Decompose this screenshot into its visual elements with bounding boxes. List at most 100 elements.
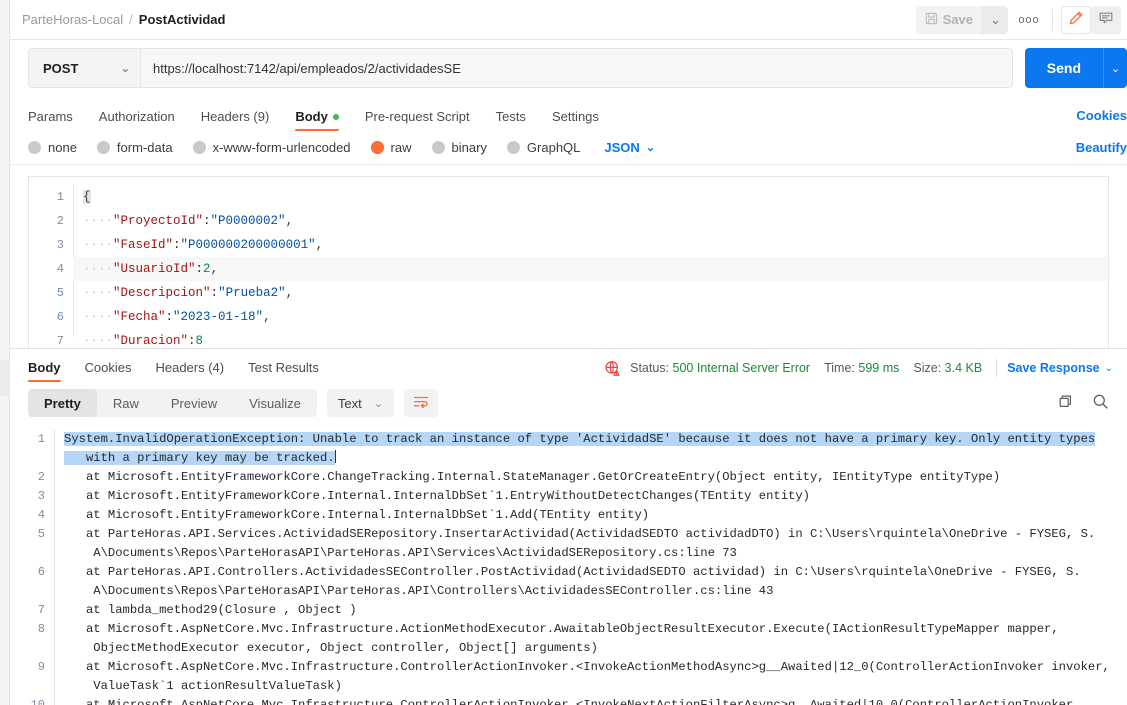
json-brace: { bbox=[83, 190, 91, 204]
tab-params[interactable]: Params bbox=[28, 109, 73, 131]
response-line-text: at Microsoft.AspNetCore.Mvc.Infrastructu… bbox=[64, 698, 1074, 705]
json-comma: , bbox=[285, 286, 294, 300]
json-comma: , bbox=[315, 238, 324, 252]
edit-request-button[interactable] bbox=[1061, 5, 1091, 34]
response-line[interactable]: at Microsoft.EntityFrameworkCore.ChangeT… bbox=[64, 468, 1123, 487]
http-method-select[interactable]: POST ⌄ bbox=[28, 48, 140, 88]
indent-dots: ···· bbox=[83, 262, 114, 276]
tab-tests[interactable]: Tests bbox=[496, 109, 526, 131]
code-line[interactable]: ····"UsuarioId":2, bbox=[73, 257, 1108, 281]
url-text: https://localhost:7142/api/empleados/2/a… bbox=[153, 60, 461, 76]
response-meta: Status: 500 Internal Server Error Time: … bbox=[604, 359, 1113, 382]
response-line[interactable]: at lambda_method29(Closure , Object ) bbox=[64, 601, 1123, 620]
response-line[interactable]: at Microsoft.AspNetCore.Mvc.Infrastructu… bbox=[64, 696, 1123, 705]
send-button[interactable]: Send bbox=[1024, 48, 1103, 88]
view-mode-pretty[interactable]: Pretty bbox=[28, 389, 97, 417]
response-code-text[interactable]: System.InvalidOperationException: Unable… bbox=[54, 424, 1127, 705]
code-line[interactable]: ····"FaseId":"P000000200000001", bbox=[83, 233, 1108, 257]
response-line[interactable]: System.InvalidOperationException: Unable… bbox=[64, 430, 1123, 449]
body-type-raw[interactable]: raw bbox=[370, 140, 412, 155]
body-present-dot-icon bbox=[332, 113, 339, 120]
save-response-button[interactable]: Save Response bbox=[1007, 361, 1099, 375]
response-line-text: at Microsoft.AspNetCore.Mvc.Infrastructu… bbox=[64, 622, 1059, 636]
radio-icon bbox=[192, 141, 206, 154]
send-dropdown-caret[interactable]: ⌄ bbox=[1103, 48, 1127, 88]
cookies-link[interactable]: Cookies bbox=[1076, 108, 1127, 123]
save-dropdown-caret[interactable]: ⌄ bbox=[982, 5, 1008, 34]
json-comma: , bbox=[285, 214, 294, 228]
response-line[interactable]: at Microsoft.AspNetCore.Mvc.Infrastructu… bbox=[64, 620, 1123, 639]
editor-code[interactable]: { ····"ProyectoId":"P0000002", ····"FaseId… bbox=[73, 177, 1108, 348]
json-value: 2 bbox=[203, 262, 211, 276]
body-type-urlencoded[interactable]: x-www-form-urlencoded bbox=[192, 140, 351, 155]
response-line[interactable]: at Microsoft.AspNetCore.Mvc.Infrastructu… bbox=[64, 658, 1123, 677]
response-line-text: System.InvalidOperationException: Unable… bbox=[64, 432, 1096, 446]
response-line[interactable]: ObjectMethodExecutor executor, Object co… bbox=[64, 639, 1123, 658]
postman-window: ParteHoras-Local / PostActividad Save ⌄ … bbox=[0, 0, 1127, 705]
search-icon[interactable] bbox=[1092, 393, 1109, 413]
tab-settings[interactable]: Settings bbox=[552, 109, 599, 131]
view-mode-label: Preview bbox=[170, 395, 218, 411]
body-type-form-data[interactable]: form-data bbox=[96, 140, 173, 155]
view-mode-preview[interactable]: Preview bbox=[155, 389, 233, 417]
save-disk-icon bbox=[925, 12, 938, 28]
response-tab-body[interactable]: Body bbox=[28, 360, 61, 382]
response-line[interactable]: at ParteHoras.API.Services.ActividadSERe… bbox=[64, 525, 1123, 544]
save-response-caret-icon[interactable]: ⌄ bbox=[1105, 363, 1113, 374]
body-type-graphql[interactable]: GraphQL bbox=[506, 140, 580, 155]
editor-line-numbers: 12345678 bbox=[29, 177, 73, 348]
response-line[interactable]: at ParteHoras.API.Controllers.Actividade… bbox=[64, 563, 1123, 582]
response-tab-test-results[interactable]: Test Results bbox=[248, 360, 319, 382]
code-line[interactable]: ····"Fecha":"2023-01-18", bbox=[83, 305, 1108, 329]
tab-body[interactable]: Body bbox=[295, 109, 339, 131]
view-mode-raw[interactable]: Raw bbox=[97, 389, 155, 417]
sidebar-handle[interactable] bbox=[0, 360, 10, 396]
response-format-select[interactable]: Text ⌄ bbox=[326, 389, 394, 417]
json-colon: : bbox=[188, 334, 196, 348]
tab-pre-request-script[interactable]: Pre-request Script bbox=[365, 109, 470, 131]
tab-headers[interactable]: Headers (9) bbox=[201, 109, 270, 131]
breadcrumb-request-name[interactable]: PostActividad bbox=[139, 12, 226, 27]
tab-authorization[interactable]: Authorization bbox=[99, 109, 175, 131]
response-line[interactable]: A\Documents\Repos\ParteHorasAPI\ParteHor… bbox=[64, 544, 1123, 563]
size-badge: Size: 3.4 KB bbox=[913, 361, 982, 375]
response-tab-cookies[interactable]: Cookies bbox=[85, 360, 132, 382]
beautify-link[interactable]: Beautify bbox=[1076, 140, 1127, 155]
save-button[interactable]: Save bbox=[915, 5, 982, 34]
indent-dots: ···· bbox=[83, 334, 114, 348]
line-number: 6 bbox=[37, 565, 45, 579]
more-options-button[interactable]: ooo bbox=[1014, 6, 1044, 34]
tab-label: Cookies bbox=[84, 360, 132, 375]
wrap-lines-button[interactable] bbox=[403, 389, 438, 417]
response-line[interactable]: A\Documents\Repos\ParteHorasAPI\ParteHor… bbox=[64, 582, 1123, 601]
code-line[interactable]: ····"Descripcion":"Prueba2", bbox=[83, 281, 1108, 305]
body-type-row: none form-data x-www-form-urlencoded raw… bbox=[10, 131, 1127, 165]
view-mode-visualize[interactable]: Visualize bbox=[233, 389, 317, 417]
line-number: 4 bbox=[56, 262, 64, 276]
body-format-select[interactable]: JSON ⌄ bbox=[604, 140, 655, 155]
response-body-viewer[interactable]: 1 · 2 3 4 5 · 6 · 7 8 · 9 · 10 System.InvalidOperation… bbox=[10, 424, 1127, 705]
response-line[interactable]: at Microsoft.EntityFrameworkCore.Interna… bbox=[64, 506, 1123, 525]
response-line[interactable]: ValueTask`1 actionResultValueTask) bbox=[64, 677, 1123, 696]
request-body-editor[interactable]: 12345678 {····"ProyectoId":"P0000002",··… bbox=[28, 176, 1109, 348]
chevron-down-icon: ⌄ bbox=[120, 62, 130, 75]
copy-icon[interactable] bbox=[1058, 394, 1074, 413]
code-line[interactable]: { bbox=[83, 185, 1108, 209]
line-number: 3 bbox=[56, 238, 64, 252]
tab-label: Headers (9) bbox=[200, 109, 270, 124]
request-header: ParteHoras-Local / PostActividad Save ⌄ … bbox=[10, 0, 1127, 40]
left-edge-strip bbox=[0, 0, 10, 705]
code-line[interactable]: ····"ProyectoId":"P0000002", bbox=[83, 209, 1108, 233]
breadcrumb-collection[interactable]: ParteHoras-Local bbox=[22, 12, 123, 27]
body-type-none[interactable]: none bbox=[28, 140, 77, 155]
comments-button[interactable] bbox=[1091, 5, 1121, 34]
url-input[interactable]: https://localhost:7142/api/empleados/2/a… bbox=[140, 48, 1013, 88]
line-number-continuation: · bbox=[10, 639, 45, 658]
line-number-continuation: · bbox=[10, 677, 45, 696]
response-line[interactable]: at Microsoft.EntityFrameworkCore.Interna… bbox=[64, 487, 1123, 506]
response-tab-headers[interactable]: Headers (4) bbox=[155, 360, 224, 382]
body-type-binary[interactable]: binary bbox=[431, 140, 487, 155]
response-line[interactable]: with a primary key may be tracked. bbox=[64, 449, 1123, 468]
code-line[interactable]: ····"Duracion":8 bbox=[83, 329, 1108, 348]
radio-icon bbox=[28, 141, 41, 154]
